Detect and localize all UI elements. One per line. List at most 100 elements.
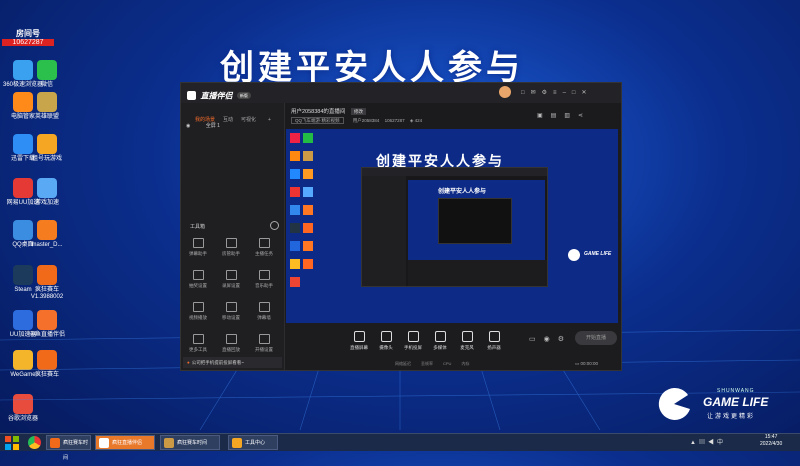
tool-button[interactable]: 房管助手: [218, 238, 244, 257]
tool-button[interactable]: 弹幕墙: [251, 302, 277, 321]
tool-icon: [192, 238, 204, 248]
tray-network-icon[interactable]: ▤: [699, 440, 708, 446]
notice-bar: ● 公司把手机提前投屏看看~: [183, 357, 282, 368]
app-icon: [37, 178, 57, 198]
taskbar-item-1[interactable]: 疯狂赛车时间: [46, 435, 91, 461]
taskbar-app-icon: [99, 438, 109, 448]
brand-caption: 让游戏更精彩: [707, 414, 756, 420]
tool-button[interactable]: 主播任务: [251, 238, 277, 257]
shop-icon[interactable]: ▥: [564, 113, 578, 119]
taskbar-item-3[interactable]: 疯狂赛车时间: [160, 435, 220, 450]
tool-label: 视频播放: [189, 315, 207, 320]
room-badge: 房间号 10627287: [2, 28, 54, 54]
tool-label: 抽奖设置: [189, 283, 207, 288]
desktop-icon-label: master_D...: [31, 242, 63, 248]
notice-text: 公司把手机提前投屏看看~: [191, 360, 244, 365]
tool-button[interactable]: 抽奖设置: [185, 270, 211, 289]
nested-preview: 创建平安人人参与: [408, 180, 545, 260]
tray-volume-icon[interactable]: ◀: [708, 440, 717, 446]
start-button[interactable]: [2, 435, 22, 450]
tool-label: 弹幕助手: [189, 251, 207, 256]
tool-button[interactable]: 音乐助手: [251, 270, 277, 289]
window-controls: □✉⚙≡–□✕: [521, 89, 593, 96]
tab-visual[interactable]: 可视化: [241, 116, 256, 123]
taskbar-app-icon: [50, 438, 60, 448]
tool-button[interactable]: 弹幕助手: [185, 238, 211, 257]
tool-icon: [225, 302, 237, 312]
version-badge: 新版: [236, 91, 251, 99]
tools-title: 工具箱: [190, 224, 206, 230]
minimize-icon[interactable]: –: [563, 90, 572, 96]
share-icon[interactable]: ⋖: [578, 113, 591, 119]
source-icon: [461, 331, 473, 342]
tool-label: 录屏设置: [222, 283, 240, 288]
taskbar: 疯狂赛车时间 疯狂直播伴侣 疯狂赛车时间 工具中心 ▲▤◀中 15:47 202…: [0, 433, 800, 461]
tab-interact[interactable]: 互动: [223, 116, 233, 123]
source-button[interactable]: 扬声器: [478, 331, 510, 351]
tray-clock[interactable]: 15:47 2022/4/30: [760, 434, 782, 448]
room-header: 用户2058384的直播间 修改: [291, 107, 366, 115]
tools-toggle-icon[interactable]: [270, 221, 279, 230]
maximize-icon[interactable]: □: [572, 90, 582, 96]
lock-icon[interactable]: ▤: [551, 113, 565, 119]
preview-canvas[interactable]: 创建平安人人参与 创建平安人人参与 GAME LIFE: [286, 129, 618, 324]
desktop-icon[interactable]: 微信: [24, 60, 70, 89]
taskbar-chrome-icon[interactable]: [28, 436, 41, 449]
desktop-icon[interactable]: master_D...: [24, 220, 70, 249]
source-icon: [488, 331, 500, 342]
taskbar-item-label: 疯狂直播伴侣: [112, 440, 143, 446]
gift-icon[interactable]: ▣: [537, 113, 551, 119]
taskbar-item-4[interactable]: 工具中心: [228, 435, 278, 450]
eye-icon[interactable]: ◉: [186, 123, 190, 129]
scene-item[interactable]: ◉ 全屏 1: [186, 122, 220, 129]
app-icon: [37, 60, 57, 80]
tool-button[interactable]: 录屏设置: [218, 270, 244, 289]
desktop-icon-label: 英雄联盟: [34, 114, 59, 120]
desktop-icon[interactable]: 游戏加速: [24, 178, 70, 207]
stats-row: 网络延迟 丢帧率 CPU 内存: [395, 361, 469, 367]
room-edit-tag[interactable]: 修改: [350, 108, 366, 115]
preview-logo: GAME LIFE: [568, 247, 614, 267]
skin-icon[interactable]: □: [521, 90, 531, 96]
logo-text: 直播伴侣: [200, 91, 233, 101]
avatar[interactable]: [499, 86, 511, 98]
tool-icon: [258, 302, 270, 312]
camera-toggle-icon[interactable]: ▭: [529, 336, 544, 343]
tray-ime-icon[interactable]: 中: [717, 440, 726, 446]
menu-icon[interactable]: ≡: [553, 90, 563, 96]
desktop-icon[interactable]: 英雄联盟: [24, 92, 70, 121]
tool-icon: [192, 302, 204, 312]
preview-desktop-icons: [290, 133, 313, 287]
left-panel: 我的场景 互动 可视化 + ◉ 全屏 1 工具箱 弹幕助手 房管助手 主播任务 抽奖设置 录屏…: [181, 103, 285, 370]
start-live-button[interactable]: 开始直播: [575, 331, 617, 345]
logo-icon: [187, 91, 196, 101]
eye-toggle-icon[interactable]: ◉: [544, 336, 558, 343]
close-icon[interactable]: ✕: [582, 90, 593, 96]
desktop-icon[interactable]: 租号玩游戏: [24, 134, 70, 163]
tool-button[interactable]: 视频播放: [185, 302, 211, 321]
tray-arrow-icon[interactable]: ▲: [690, 440, 699, 446]
tool-button[interactable]: 更多工具: [185, 334, 211, 353]
category-select[interactable]: QQ飞车端游·精彩视频: [291, 117, 344, 124]
tool-icon: [258, 238, 270, 248]
settings-icon[interactable]: ⚙: [542, 90, 553, 96]
room-label: 房间号: [16, 29, 40, 38]
live-timer: ▭ 00:00:00: [575, 361, 598, 367]
tool-button[interactable]: 开播设置: [251, 334, 277, 353]
notice-icon: ●: [187, 360, 190, 365]
gear-icon[interactable]: ⚙: [558, 336, 572, 343]
taskbar-app-icon: [164, 438, 174, 448]
title-bar: 直播伴侣 新版 □✉⚙≡–□✕: [181, 83, 621, 103]
add-scene-button[interactable]: +: [268, 117, 271, 123]
clock-time: 15:47: [764, 434, 778, 440]
brand-sub: SHUNWANG: [717, 388, 755, 394]
user-id: 用户2058384: [352, 118, 380, 123]
live-companion-window: 直播伴侣 新版 □✉⚙≡–□✕ 我的场景 互动 可视化 + ◉ 全屏 1 工具箱 弹幕…: [180, 82, 622, 371]
tool-button[interactable]: 移动设置: [218, 302, 244, 321]
desktop-icon[interactable]: 疯狂赛车 V1.3988002: [24, 265, 70, 301]
taskbar-item-2[interactable]: 疯狂直播伴侣: [95, 435, 155, 450]
tool-icon: [225, 238, 237, 248]
tool-button[interactable]: 直播回放: [218, 334, 244, 353]
tool-icon: [192, 334, 204, 344]
mail-icon[interactable]: ✉: [531, 90, 542, 96]
